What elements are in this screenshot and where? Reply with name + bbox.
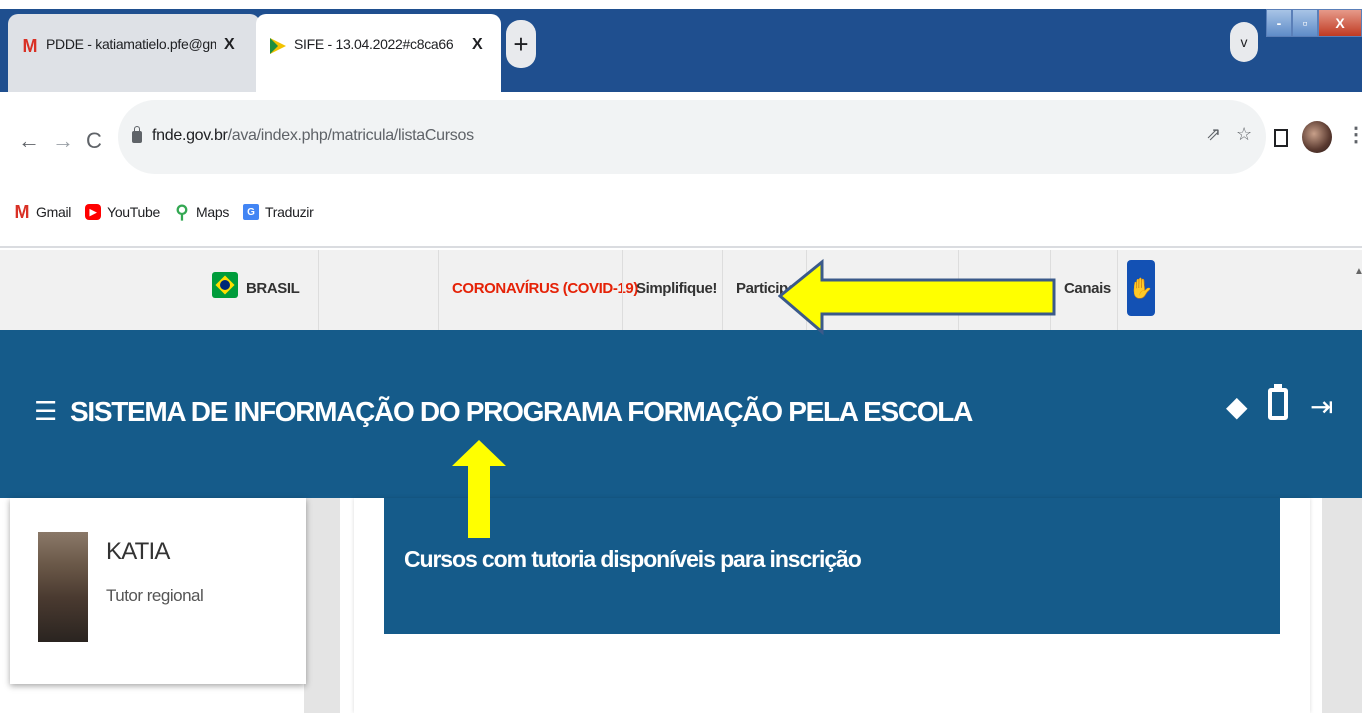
divider <box>622 250 623 330</box>
bookmark-label: YouTube <box>107 204 160 220</box>
courses-card-header: Cursos com tutoria disponíveis para insc… <box>384 498 1280 634</box>
divider <box>318 250 319 330</box>
url-domain: fnde.gov.br <box>152 127 228 144</box>
app-header: ☰ SISTEMA DE INFORMAÇÃO DO PROGRAMA FORM… <box>0 330 1362 498</box>
bookmark-maps[interactable]: ⚲ Maps <box>174 201 230 222</box>
bookmark-label: Gmail <box>36 204 72 220</box>
address-bar[interactable]: fnde.gov.br/ava/index.php/matricula/list… <box>118 100 1266 174</box>
browser-toolbar: ← → C fnde.gov.br/ava/index.php/matricul… <box>0 92 1362 178</box>
tab-title: SIFE - 13.04.2022#c8ca66 <box>294 36 454 52</box>
url-path: /ava/index.php/matricula/listaCursos <box>227 127 475 144</box>
sign-language-icon[interactable]: ✋ <box>1127 260 1155 316</box>
user-name: KATIA <box>106 538 170 565</box>
logout-icon[interactable]: ⇥ <box>1310 390 1333 423</box>
youtube-icon: ▶ <box>85 204 102 220</box>
gov-bar: BRASIL CORONAVÍRUS (COVID-19) Simplifiqu… <box>0 250 1362 330</box>
annotation-arrow-left-icon <box>778 258 1056 336</box>
lock-icon[interactable] <box>132 126 142 143</box>
side-panel-icon[interactable] <box>1274 129 1288 147</box>
tab-sife[interactable]: SIFE - 13.04.2022#c8ca66 X <box>256 14 501 94</box>
clipboard-icon[interactable] <box>1268 384 1288 420</box>
gov-simplifique-link[interactable]: Simplifique! <box>636 280 717 297</box>
courses-card-body <box>384 634 1280 713</box>
divider <box>1117 250 1118 330</box>
gov-canais-link[interactable]: Canais <box>1064 280 1111 297</box>
brazil-flag-icon <box>212 272 238 298</box>
reload-icon[interactable]: C <box>86 128 102 154</box>
divider <box>722 250 723 330</box>
divider <box>438 250 439 330</box>
user-profile-card: KATIA Tutor regional <box>10 498 306 684</box>
url-text[interactable]: fnde.gov.br/ava/index.php/matricula/list… <box>152 127 474 145</box>
bookmark-label: Maps <box>195 204 230 220</box>
gov-coronavirus-link[interactable]: CORONAVÍRUS (COVID-19) <box>452 280 638 297</box>
sidebar-gutter <box>304 498 340 713</box>
page-title: SISTEMA DE INFORMAÇÃO DO PROGRAMA FORMAÇ… <box>70 396 973 427</box>
annotation-arrow-up-icon <box>452 440 506 538</box>
hamburger-menu-icon[interactable]: ☰ <box>34 396 57 427</box>
bookmark-label: Traduzir <box>265 204 314 220</box>
new-tab-button[interactable]: + <box>506 20 536 68</box>
tab-pdde[interactable]: M PDDE - katiamatielo.pfe@gmail.c X <box>8 14 260 94</box>
gov-br-icon <box>268 36 288 56</box>
maximize-button[interactable]: ▫ <box>1292 9 1318 37</box>
user-role: Tutor regional <box>106 586 204 605</box>
back-arrow-icon[interactable]: ← <box>18 128 40 154</box>
tab-title: PDDE - katiamatielo.pfe@gmail.c <box>46 36 216 52</box>
scroll-up-arrow-icon[interactable]: ▲ <box>1354 266 1362 277</box>
avatar <box>38 532 88 642</box>
browser-tabstrip: M PDDE - katiamatielo.pfe@gmail.c X SIFE… <box>0 0 1362 94</box>
maps-icon: ⚲ <box>175 201 189 222</box>
profile-avatar[interactable] <box>1302 121 1332 153</box>
close-window-button[interactable]: X <box>1318 9 1362 37</box>
star-icon[interactable]: ☆ <box>1236 124 1252 145</box>
share-icon[interactable]: ⇗ <box>1206 124 1221 145</box>
kebab-menu-icon[interactable]: ⋮ <box>1346 122 1362 147</box>
tab-search-button[interactable]: v <box>1230 22 1258 62</box>
gmail-icon: M <box>14 201 30 222</box>
close-icon[interactable]: X <box>472 36 483 54</box>
close-icon[interactable]: X <box>224 36 235 54</box>
bookmark-traduzir[interactable]: G Traduzir <box>243 204 314 220</box>
bookmarks-bar: M Gmail ▶ YouTube ⚲ Maps G Traduzir <box>0 178 1362 248</box>
bookmark-youtube[interactable]: ▶ YouTube <box>85 204 160 220</box>
diamond-icon[interactable]: ◆ <box>1226 390 1248 423</box>
window-controls: - ▫ X <box>1266 9 1362 37</box>
gov-brasil-link[interactable]: BRASIL <box>246 280 300 297</box>
right-gutter <box>1322 498 1362 713</box>
gmail-icon: M <box>22 35 38 56</box>
forward-arrow-icon[interactable]: → <box>52 128 74 154</box>
translate-icon: G <box>243 204 260 220</box>
minimize-button[interactable]: - <box>1266 9 1292 37</box>
bookmark-gmail[interactable]: M Gmail <box>14 201 72 222</box>
courses-card-title: Cursos com tutoria disponíveis para insc… <box>404 546 862 572</box>
